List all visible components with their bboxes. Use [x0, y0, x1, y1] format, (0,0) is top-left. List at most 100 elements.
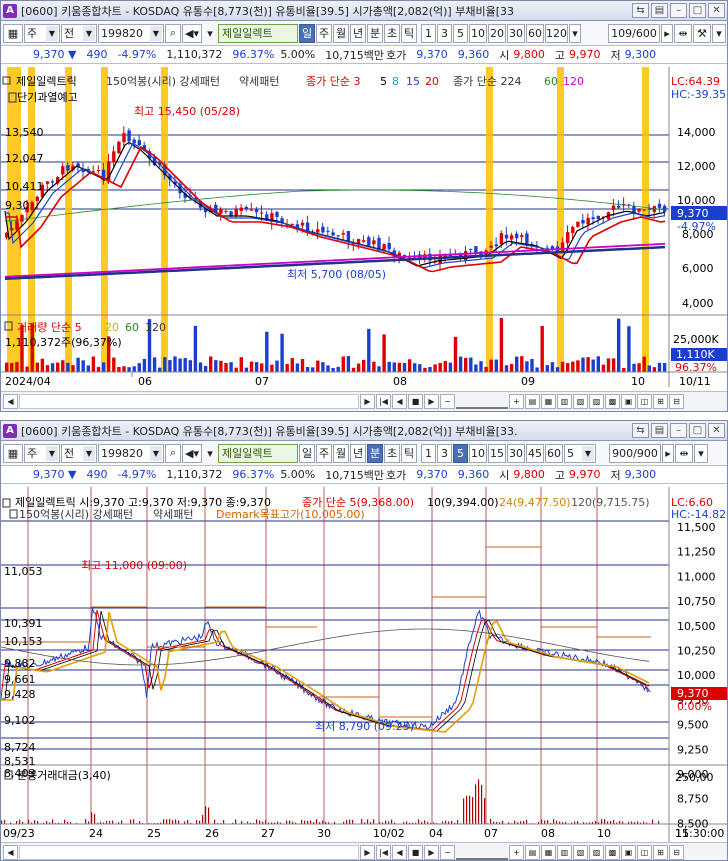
- layout2-icon[interactable]: ▦: [541, 394, 556, 409]
- layout8-icon-2[interactable]: ◫: [637, 845, 652, 860]
- scroll-left-icon[interactable]: ◀: [3, 394, 18, 409]
- data-count-field-2[interactable]: 900/900: [609, 443, 661, 463]
- interval-30-button-2[interactable]: 30: [507, 443, 525, 463]
- scroll-track-2[interactable]: [19, 845, 359, 860]
- favorite-icon[interactable]: ▾: [203, 24, 217, 43]
- interval-5-button-2[interactable]: 5: [453, 443, 468, 463]
- favorite-icon-2[interactable]: ▾: [203, 444, 217, 463]
- interval-5-button[interactable]: 5: [453, 23, 468, 43]
- period-day-button-2[interactable]: 일: [299, 443, 315, 463]
- maximize-button-2[interactable]: □: [689, 423, 706, 438]
- interval-20-button[interactable]: 20: [488, 23, 506, 43]
- interval-3-button-2[interactable]: 3: [437, 443, 452, 463]
- next-icon[interactable]: ▶: [424, 394, 439, 409]
- unit-select-2[interactable]: 주 ▼: [24, 443, 60, 463]
- period-tick-button-2[interactable]: 틱: [401, 443, 417, 463]
- ruler-icon[interactable]: ⇹: [674, 23, 692, 43]
- first-icon-2[interactable]: |◀: [376, 845, 391, 860]
- stop-icon[interactable]: ■: [408, 394, 423, 409]
- layout8-icon[interactable]: ◫: [637, 394, 652, 409]
- stop-icon-2[interactable]: ■: [408, 845, 423, 860]
- scroll-right-icon[interactable]: ▶: [360, 394, 375, 409]
- zoom-slider[interactable]: [456, 394, 508, 409]
- interval-15-button-2[interactable]: 15: [488, 443, 506, 463]
- minute-price-chart[interactable]: 제일일렉트릭 시:9,370 고:9,370 저:9,370 종:9,370 종…: [1, 487, 728, 842]
- chart-settings-icon-2[interactable]: ▦: [3, 443, 23, 463]
- interval-60-button[interactable]: 60: [526, 23, 544, 43]
- stock-name-label[interactable]: 제일일렉트: [218, 23, 298, 43]
- chart-settings-icon[interactable]: ▦: [3, 23, 23, 43]
- tool-icon[interactable]: ⚒: [693, 23, 711, 43]
- layout6-icon-2[interactable]: ▩: [605, 845, 620, 860]
- zoom-in-icon[interactable]: +: [509, 394, 524, 409]
- scroll-track[interactable]: [19, 394, 359, 409]
- period-year-button-2[interactable]: 년: [350, 443, 366, 463]
- zoom-in-icon-2[interactable]: +: [509, 845, 524, 860]
- interval-10-button-2[interactable]: 10: [469, 443, 487, 463]
- interval-60-button-2[interactable]: 60: [545, 443, 563, 463]
- sound-icon[interactable]: ◀▾: [182, 23, 202, 43]
- period-minute-button-2[interactable]: 분: [367, 443, 383, 463]
- scroll-left-icon-2[interactable]: ◀: [3, 845, 18, 860]
- stock-code-input[interactable]: 199820 ▼: [98, 23, 164, 43]
- layout10-icon[interactable]: ⊟: [669, 394, 684, 409]
- search-icon-2[interactable]: ⌕: [165, 443, 181, 463]
- layout1-icon-2[interactable]: ▤: [525, 845, 540, 860]
- daily-price-chart[interactable]: 제일일렉트릭 150억봉(시리) 강세패턴 약세패턴 종가 단순 3 5 8 1…: [1, 67, 728, 391]
- period-second-button[interactable]: 초: [384, 23, 400, 43]
- interval-1-button[interactable]: 1: [421, 23, 436, 43]
- more-icon[interactable]: ▾: [712, 23, 726, 43]
- minimize-button[interactable]: –: [670, 3, 687, 18]
- period-week-button[interactable]: 주: [316, 23, 332, 43]
- layout5-icon-2[interactable]: ▨: [589, 845, 604, 860]
- interval-1-button-2[interactable]: 1: [421, 443, 436, 463]
- layout7-icon[interactable]: ▣: [621, 394, 636, 409]
- minimize-button-2[interactable]: –: [670, 423, 687, 438]
- zoom-out-icon-2[interactable]: −: [440, 845, 455, 860]
- layout10-icon-2[interactable]: ⊟: [669, 845, 684, 860]
- stock-code-input-2[interactable]: 199820 ▼: [98, 443, 164, 463]
- period-month-button-2[interactable]: 월: [333, 443, 349, 463]
- interval-3-button[interactable]: 3: [437, 23, 452, 43]
- period-second-button-2[interactable]: 초: [384, 443, 400, 463]
- prev-icon[interactable]: ◀: [392, 394, 407, 409]
- top-scrollbar[interactable]: ◀ ▶ |◀ ◀ ■ ▶ − + ▤ ▦ ▥ ▧ ▨ ▩ ▣ ◫ ⊞ ⊟: [1, 391, 727, 411]
- data-count-field[interactable]: 109/600: [608, 23, 660, 43]
- period-year-button[interactable]: 년: [350, 23, 366, 43]
- layout6-icon[interactable]: ▩: [605, 394, 620, 409]
- first-icon[interactable]: |◀: [376, 394, 391, 409]
- period-day-button[interactable]: 일: [299, 23, 315, 43]
- stock-name-label-2[interactable]: 제일일렉트: [218, 443, 298, 463]
- layout4-icon[interactable]: ▧: [573, 394, 588, 409]
- pin-icon-2[interactable]: ▤: [651, 423, 668, 438]
- pin-icon[interactable]: ▤: [651, 3, 668, 18]
- interval-10-button[interactable]: 10: [469, 23, 487, 43]
- period-tick-button[interactable]: 틱: [401, 23, 417, 43]
- prev-icon-2[interactable]: ◀: [392, 845, 407, 860]
- ruler-icon-2[interactable]: ⇹: [675, 443, 693, 463]
- next-icon-2[interactable]: ▶: [424, 845, 439, 860]
- period-minute-button[interactable]: 분: [367, 23, 383, 43]
- more-icon-2[interactable]: ▾: [694, 443, 708, 463]
- layout9-icon-2[interactable]: ⊞: [653, 845, 668, 860]
- close-button-2[interactable]: ✕: [708, 423, 725, 438]
- bottom-scrollbar[interactable]: ◀ ▶ |◀ ◀ ■ ▶ − + ▤ ▦ ▥ ▧ ▨ ▩ ▣ ◫ ⊞ ⊟: [1, 842, 727, 860]
- layout4-icon-2[interactable]: ▧: [573, 845, 588, 860]
- layout5-icon[interactable]: ▨: [589, 394, 604, 409]
- scroll-right-icon-2[interactable]: ▶: [360, 845, 375, 860]
- close-button[interactable]: ✕: [708, 3, 725, 18]
- layout2-icon-2[interactable]: ▦: [541, 845, 556, 860]
- market-select[interactable]: 전 ▼: [61, 23, 97, 43]
- layout9-icon[interactable]: ⊞: [653, 394, 668, 409]
- layout1-icon[interactable]: ▤: [525, 394, 540, 409]
- layout3-icon[interactable]: ▥: [557, 394, 572, 409]
- market-select-2[interactable]: 전 ▼: [61, 443, 97, 463]
- maximize-button[interactable]: □: [689, 3, 706, 18]
- link-icon-2[interactable]: ⇆: [632, 423, 649, 438]
- link-icon[interactable]: ⇆: [632, 3, 649, 18]
- layout3-icon-2[interactable]: ▥: [557, 845, 572, 860]
- toggle-icon[interactable]: ▸: [661, 23, 673, 43]
- search-icon[interactable]: ⌕: [165, 23, 181, 43]
- period-month-button[interactable]: 월: [333, 23, 349, 43]
- interval-120-button[interactable]: 120: [545, 23, 568, 43]
